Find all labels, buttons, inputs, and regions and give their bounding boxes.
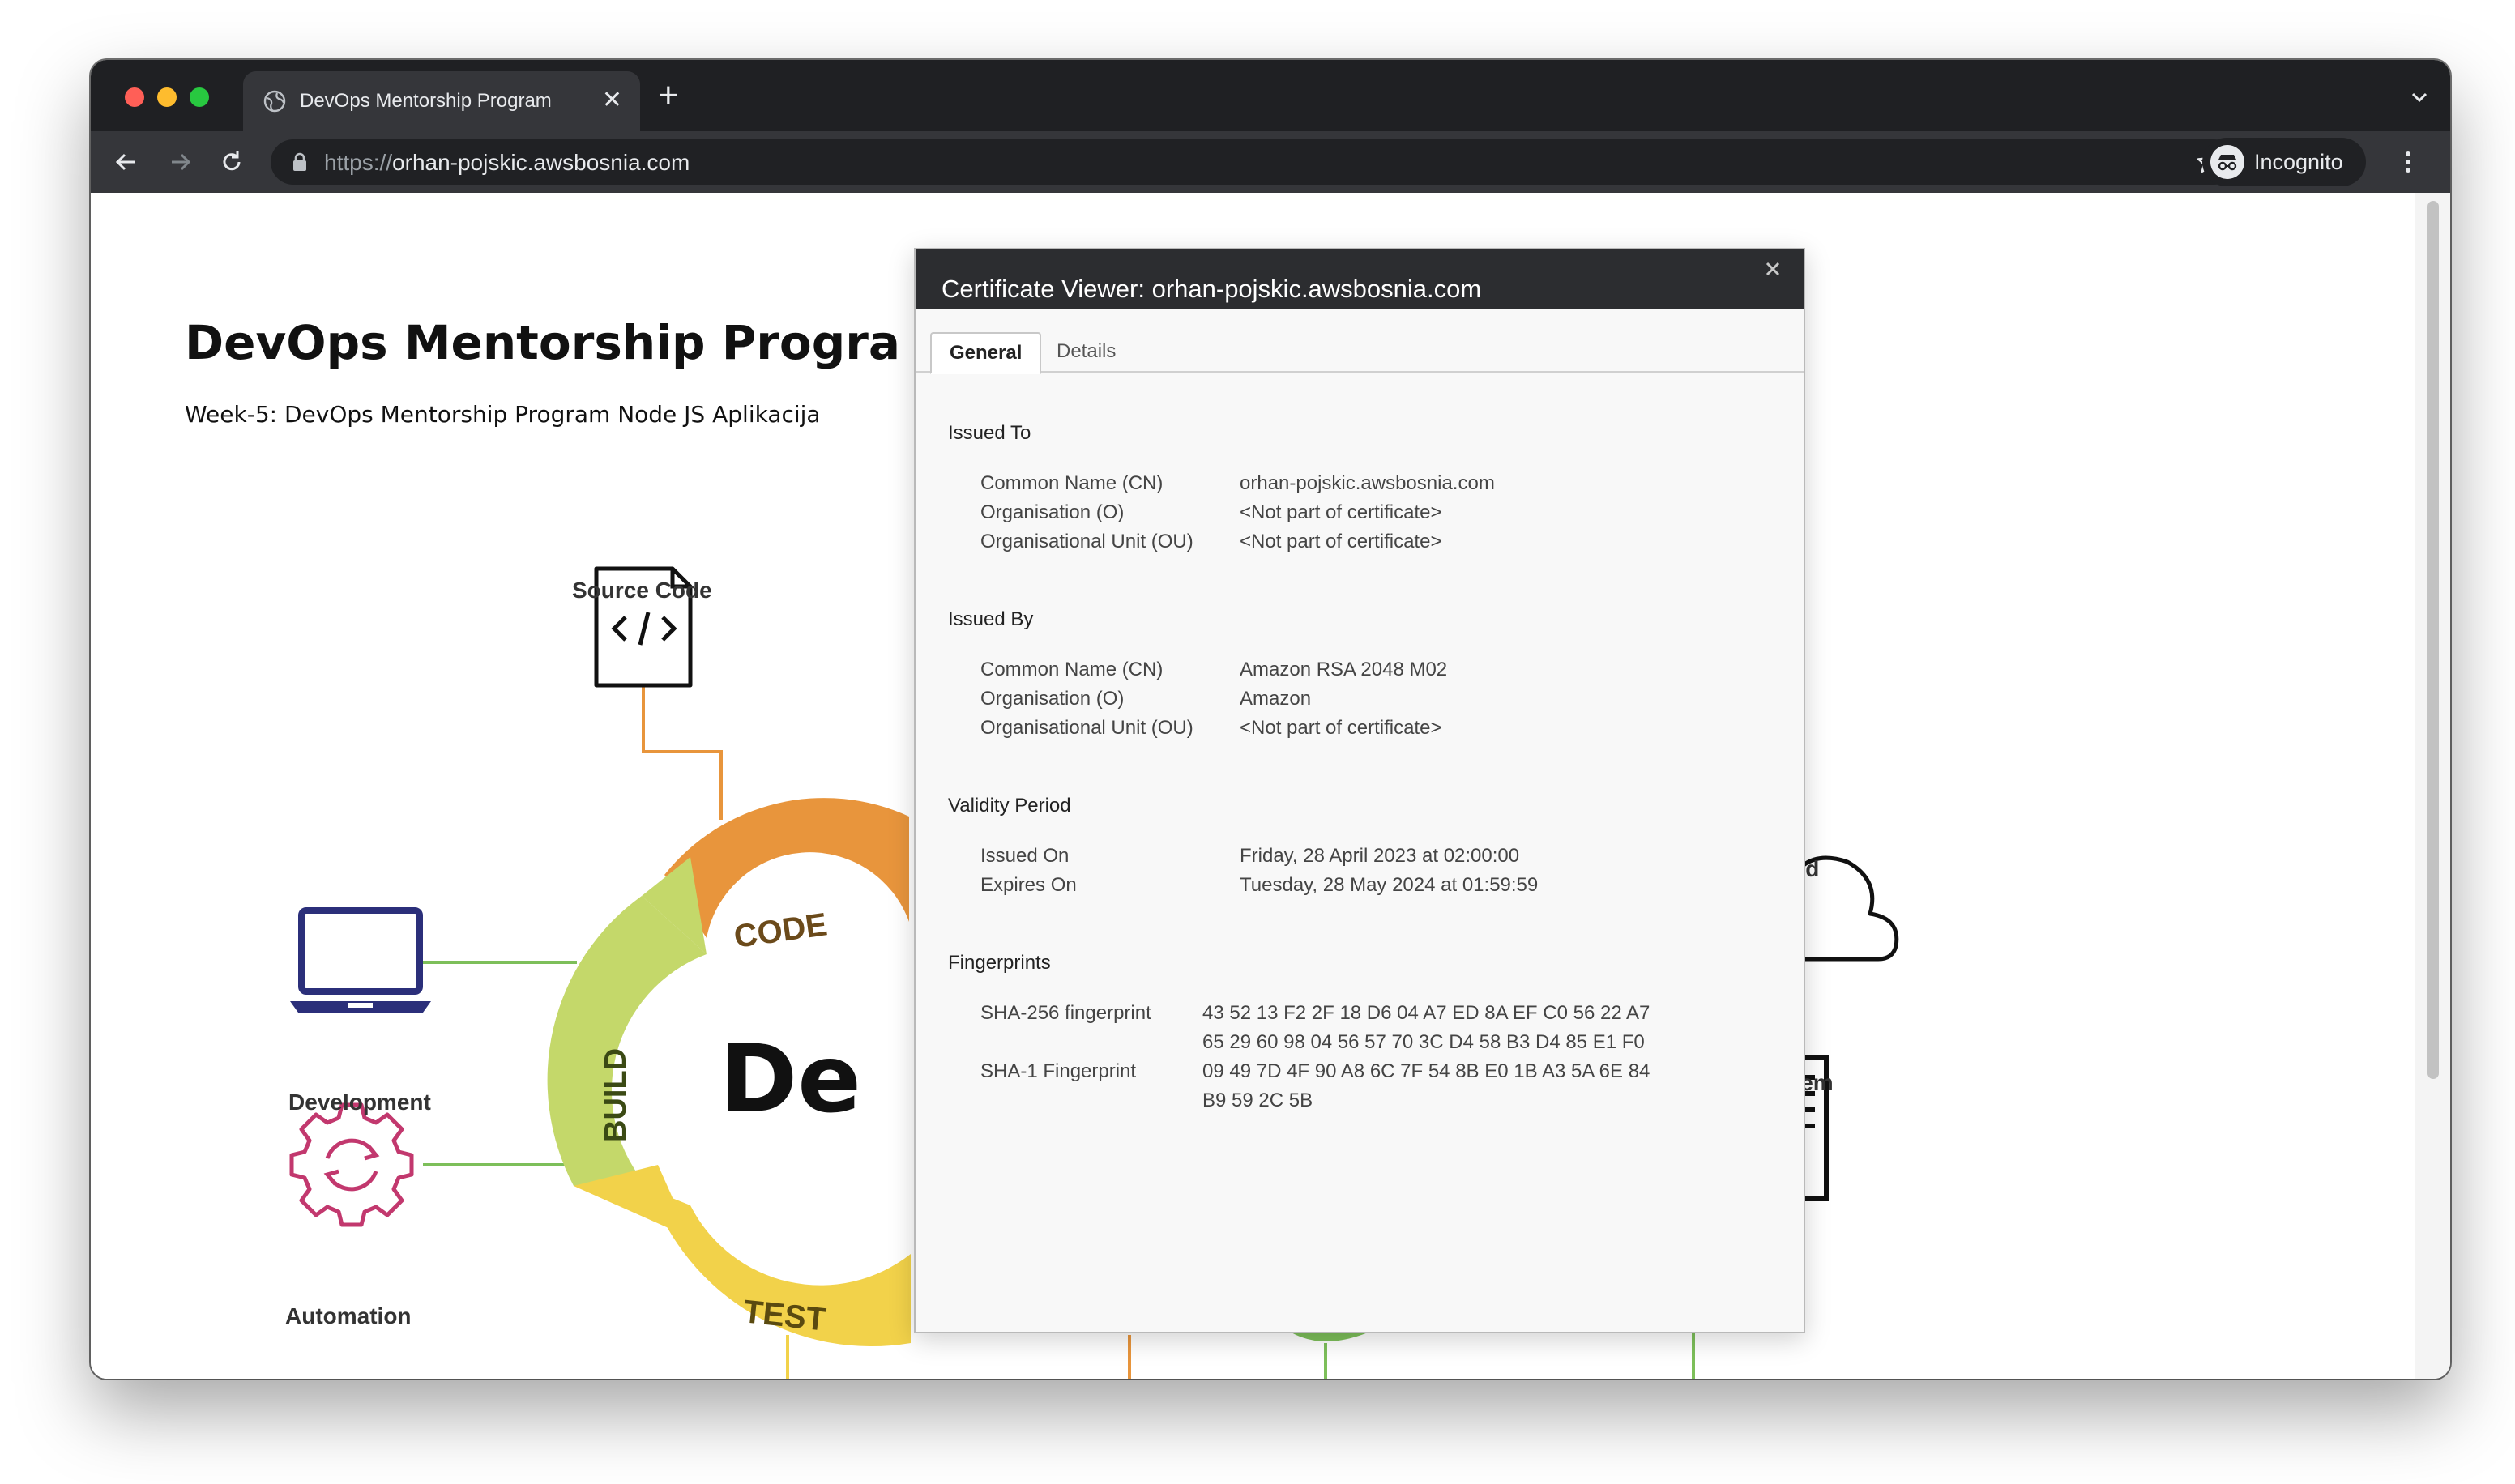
globe-icon [263,90,286,113]
field-value: Friday, 28 April 2023 at 02:00:00 [1240,845,1520,867]
sha1-label: SHA-1 Fingerprint [980,1060,1137,1082]
profile-label: Incognito [2254,150,2343,174]
sha1-value-line-2: B9 59 2C 5B [1202,1090,1313,1111]
incognito-profile-button[interactable]: Incognito [2202,138,2366,186]
ring-code-text: CODE [732,906,830,955]
field-value: <Not part of certificate> [1240,717,1442,739]
field-label: Organisation (O) [980,501,1125,523]
field-label: Common Name (CN) [980,472,1164,494]
browser-tab[interactable]: DevOps Mentorship Program ✕ [243,71,640,131]
field-value: orhan-pojskic.awsbosnia.com [1240,472,1495,494]
back-arrow-icon[interactable] [110,146,143,178]
dialog-tab-bar: General Details [916,309,1804,374]
field-label: Organisation (O) [980,688,1125,710]
sha256-label: SHA-256 fingerprint [980,1002,1151,1024]
new-tab-button[interactable]: + [658,78,679,113]
field-label: Organisational Unit (OU) [980,531,1193,552]
cycle-center-text: De [719,1025,861,1134]
browser-window: DevOps Mentorship Program ✕ + https://or… [91,60,2450,1379]
sha1-value-line-1: 09 49 7D 4F 90 A8 6C 7F 54 8B E0 1B A3 5… [1202,1060,1650,1082]
minimize-window-button[interactable] [157,87,177,107]
browser-toolbar: https://orhan-pojskic.awsbosnia.com Inco… [91,131,2450,193]
devops-cycle: CODE BUILD TEST De [547,798,911,1347]
certificate-viewer-dialog: Certificate Viewer: orhan-pojskic.awsbos… [914,248,1805,1333]
field-label: Issued On [980,845,1070,867]
field-value: Amazon [1240,688,1312,710]
field-label: Expires On [980,874,1077,896]
reload-icon[interactable] [216,146,248,178]
tab-details[interactable]: Details [1039,332,1134,373]
ring-build-text: BUILD [599,1048,633,1142]
address-bar[interactable]: https://orhan-pojskic.awsbosnia.com [271,139,2236,185]
validity-period-heading: Validity Period [948,795,1071,817]
field-label: Organisational Unit (OU) [980,717,1193,739]
ring-test-text: TEST [741,1294,827,1337]
field-value: <Not part of certificate> [1240,501,1442,523]
tab-close-icon[interactable]: ✕ [602,86,622,115]
tab-title: DevOps Mentorship Program [300,90,552,112]
zoom-window-button[interactable] [190,87,209,107]
url-text[interactable]: https://orhan-pojskic.awsbosnia.com [324,150,690,176]
scrollbar-thumb[interactable] [2427,201,2439,1079]
sha256-value-line-2: 65 29 60 98 04 56 57 70 3C D4 58 B3 D4 8… [1202,1031,1645,1053]
close-icon[interactable] [1758,254,1787,284]
field-value: <Not part of certificate> [1240,531,1442,552]
sha256-value-line-1: 43 52 13 F2 2F 18 D6 04 A7 ED 8A EF C0 5… [1202,1002,1650,1024]
dialog-title: Certificate Viewer: orhan-pojskic.awsbos… [942,275,1482,303]
field-value: Tuesday, 28 May 2024 at 01:59:59 [1240,874,1539,896]
dialog-header: Certificate Viewer: orhan-pojskic.awsbos… [916,249,1804,309]
automation-label: Automation [285,1303,412,1328]
incognito-icon [2210,145,2244,179]
tab-general[interactable]: General [930,332,1042,374]
laptop-icon [290,907,431,1013]
automation-gear-icon [289,1102,414,1227]
development-label: Development [288,1090,431,1115]
lock-icon[interactable] [292,152,308,172]
issued-by-heading: Issued By [948,608,1034,630]
tab-strip: DevOps Mentorship Program ✕ + [91,60,2450,131]
chevron-down-icon[interactable] [2408,86,2431,109]
source-code-label: Source Code [572,578,712,603]
close-window-button[interactable] [125,87,144,107]
url-scheme: https:// [324,150,393,175]
more-menu-icon[interactable] [2392,146,2424,178]
forward-arrow-icon[interactable] [164,146,196,178]
url-host: orhan-pojskic.awsbosnia.com [392,150,690,175]
field-label: Common Name (CN) [980,659,1164,680]
field-value: Amazon RSA 2048 M02 [1240,659,1448,680]
issued-to-heading: Issued To [948,422,1031,444]
fingerprints-heading: Fingerprints [948,952,1051,974]
